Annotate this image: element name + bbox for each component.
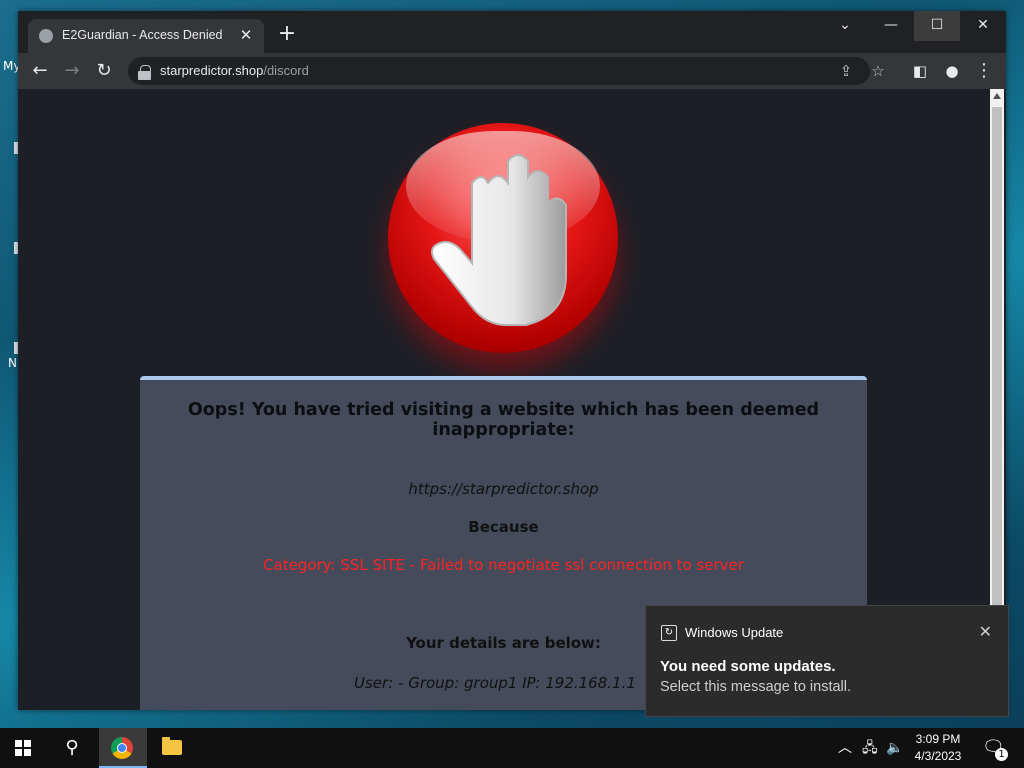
back-arrow-icon[interactable]: ←: [26, 57, 54, 85]
taskbar-chrome-button[interactable]: [99, 728, 147, 768]
clock-time: 3:09 PM: [915, 732, 961, 746]
notification-title: You need some updates.: [660, 658, 836, 675]
forward-arrow-icon[interactable]: →: [58, 57, 86, 85]
block-headline: Oops! You have tried visiting a website …: [187, 400, 820, 440]
tab-strip: E2Guardian - Access Denied ✕ + ⌄ — ☐ ✕: [18, 11, 1006, 53]
tab-title: E2Guardian - Access Denied: [62, 28, 223, 42]
minimize-icon[interactable]: —: [868, 11, 914, 41]
start-button[interactable]: [0, 728, 48, 768]
notification-close-icon[interactable]: ✕: [979, 622, 992, 642]
url-path: /discord: [263, 63, 309, 78]
desktop-icon-label[interactable]: N: [8, 356, 17, 370]
taskbar: ⚲ ︿ 🖧 🔈 3:09 PM 4/3/2023 🗨 1: [0, 728, 1024, 768]
stop-hand-icon: [388, 123, 618, 353]
desktop-icons: My N: [0, 56, 20, 376]
chrome-icon: [111, 737, 133, 759]
bookmark-star-icon[interactable]: ☆: [867, 60, 889, 82]
network-icon[interactable]: 🖧: [862, 728, 878, 768]
new-tab-button[interactable]: +: [276, 23, 298, 45]
notification-count-badge: 1: [995, 748, 1008, 761]
url-host: starpredictor.shop: [160, 63, 264, 78]
browser-toolbar: ← → ↻ starpredictor.shop/discord ⇪ ☆ ◧ ●…: [18, 53, 1006, 89]
tab-active[interactable]: E2Guardian - Access Denied ✕: [28, 19, 264, 53]
tab-close-icon[interactable]: ✕: [236, 25, 256, 45]
hand-glyph: [431, 154, 567, 326]
close-window-icon[interactable]: ✕: [960, 11, 1006, 41]
search-icon[interactable]: ⚲: [48, 728, 96, 768]
windows-logo-icon: [15, 740, 31, 756]
menu-kebab-icon[interactable]: ⋮: [970, 57, 998, 85]
address-url[interactable]: starpredictor.shop/discord: [160, 63, 309, 78]
globe-icon: [39, 29, 53, 43]
blocked-url: https://starpredictor.shop: [408, 480, 599, 498]
taskbar-clock[interactable]: 3:09 PM 4/3/2023: [910, 731, 966, 765]
taskbar-file-explorer-button[interactable]: [148, 728, 196, 768]
maximize-icon[interactable]: ☐: [914, 11, 960, 41]
user-details: User: - Group: group1 IP: 192.168.1.1: [354, 674, 636, 692]
because-label: Because: [468, 518, 539, 536]
side-panel-icon[interactable]: ◧: [906, 57, 934, 85]
show-hidden-icons-chevron-up-icon[interactable]: ︿: [838, 728, 852, 768]
windows-update-notification[interactable]: ↻ Windows Update ✕ You need some updates…: [645, 605, 1009, 717]
reload-icon[interactable]: ↻: [90, 57, 118, 85]
block-reason: Category: SSL SITE - Failed to negotiate…: [263, 556, 744, 574]
profile-icon[interactable]: ●: [938, 57, 966, 85]
volume-icon[interactable]: 🔈: [886, 728, 903, 768]
scroll-up-arrow-icon[interactable]: [993, 93, 1001, 99]
tab-search-chevron-down-icon[interactable]: ⌄: [822, 11, 868, 41]
folder-icon: [162, 737, 182, 755]
windows-update-icon: ↻: [661, 625, 677, 641]
clock-date: 4/3/2023: [914, 749, 962, 763]
notification-app-name: Windows Update: [685, 625, 784, 640]
notification-body: Select this message to install.: [660, 679, 852, 695]
share-icon[interactable]: ⇪: [835, 60, 857, 82]
address-bar[interactable]: starpredictor.shop/discord ⇪ ☆: [128, 57, 885, 85]
